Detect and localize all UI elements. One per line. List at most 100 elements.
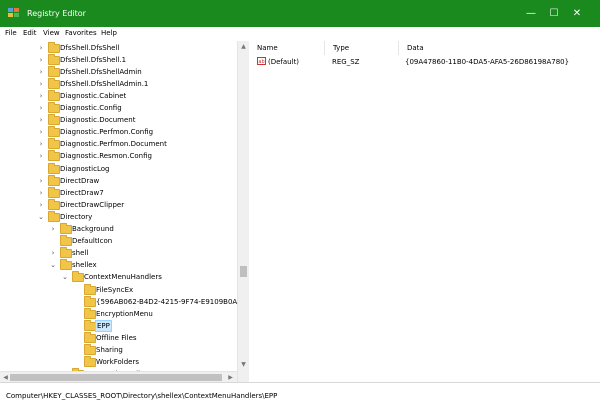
folder-icon [60, 223, 72, 234]
chevron-down-icon[interactable]: ⌄ [49, 259, 57, 271]
chevron-right-icon[interactable]: › [37, 78, 45, 90]
folder-icon [84, 356, 96, 368]
tree-item[interactable]: › Diagnostic.Config [0, 102, 237, 114]
tree-item[interactable]: FileSyncEx [0, 283, 237, 296]
tree-item-label: Diagnostic.Perfmon.Config [60, 128, 154, 137]
tree-item[interactable]: › shell [0, 247, 237, 259]
tree-item-label: DirectDraw [60, 176, 100, 185]
tree-item-label: DfsShell.DfsShellAdmin.1 [60, 79, 149, 88]
folder-icon [84, 319, 96, 331]
tree-item[interactable]: › Diagnostic.Perfmon.Document [0, 138, 237, 150]
tree-item[interactable]: › DirectDraw [0, 174, 237, 187]
string-value-icon: ab [257, 57, 266, 65]
close-icon: ✕ [572, 8, 582, 19]
chevron-right-icon[interactable]: › [37, 150, 45, 162]
tree-item-label: Background [72, 225, 114, 233]
tree-item-label: Diagnostic.Document [60, 116, 136, 125]
tree-item[interactable]: Sharing [0, 344, 237, 356]
menu-bar: File Edit View Favorites Help [0, 27, 600, 41]
key-tree[interactable]: › DfsShell.DfsShell › DfsShell.DfsShell.1 › D… [0, 41, 249, 382]
folder-icon [48, 150, 60, 162]
tree-item[interactable]: › DirectDrawClipper [0, 198, 237, 211]
chevron-right-icon[interactable]: › [37, 199, 45, 211]
column-header-data[interactable]: Data [399, 41, 600, 55]
chevron-right-icon[interactable]: › [37, 102, 45, 114]
tree-item[interactable]: DefaultIcon [0, 235, 237, 247]
tree-item-label: shellex [72, 261, 97, 270]
scroll-right-icon[interactable]: ▶ [226, 373, 235, 382]
tree-item-label: shell [72, 249, 89, 258]
tree-item[interactable]: › Diagnostic.Resmon.Config [0, 150, 237, 162]
tree-item[interactable]: › DfsShell.DfsShell.1 [0, 53, 237, 66]
values-pane[interactable]: Name Type Data [249, 41, 600, 382]
tree-item-label: Diagnostic.Config [60, 104, 122, 112]
tree-item[interactable]: {596AB062-B4D2-4215-9F74-E9109B0A8153} [0, 295, 248, 308]
value-name: (Default) [268, 58, 300, 66]
tree-item-label: DfsShell.DfsShell.1 [60, 55, 127, 64]
chevron-right-icon[interactable]: › [37, 114, 45, 126]
scroll-down-icon[interactable]: ▼ [239, 360, 248, 370]
chevron-right-icon[interactable]: › [37, 126, 45, 138]
tree-item[interactable]: › Diagnostic.Document [0, 114, 237, 126]
tree-item[interactable]: › DfsShell.DfsShellAdmin.1 [0, 77, 237, 90]
tree-item-label: DirectDrawClipper [60, 200, 125, 209]
scroll-thumb[interactable] [10, 374, 222, 381]
tree-item[interactable]: ⌄ ContextMenuHandlers [0, 271, 237, 283]
tree-item-label: {596AB062-B4D2-4215-9F74-E9109B0A8153} [96, 297, 249, 306]
chevron-right-icon[interactable]: › [37, 42, 45, 54]
tree-item[interactable]: › DfsShell.DfsShellAdmin [0, 65, 237, 78]
tree-item[interactable]: ⌄ Directory [0, 210, 237, 223]
tree-item-label: EncryptionMenu [96, 309, 153, 318]
title-bar[interactable]: Registry Editor — ☐ ✕ [0, 0, 600, 27]
close-button[interactable]: ✕ [554, 0, 600, 27]
column-header-name[interactable]: Name [249, 41, 325, 55]
chevron-right-icon[interactable]: › [37, 175, 45, 187]
chevron-right-icon[interactable]: › [49, 223, 57, 235]
menu-favorites[interactable]: Favorites [65, 29, 97, 37]
chevron-down-icon[interactable]: ⌄ [37, 211, 45, 223]
tree-item-label: Sharing [96, 346, 123, 354]
tree-item-label: DiagnosticLog [60, 164, 110, 173]
tree-item[interactable]: › Diagnostic.Perfmon.Config [0, 126, 237, 138]
tree-item[interactable]: DiagnosticLog [0, 162, 237, 175]
folder-icon [84, 295, 96, 307]
folder-icon [48, 198, 60, 210]
chevron-right-icon[interactable]: › [37, 90, 45, 102]
tree-item[interactable]: EPP [0, 319, 237, 332]
tree-item-label: Diagnostic.Resmon.Config [60, 152, 152, 161]
tree-item-label: DfsShell.DfsShell [60, 43, 120, 52]
tree-item[interactable]: ⌄ shellex [0, 259, 237, 271]
chevron-right-icon[interactable]: › [37, 138, 45, 150]
tree-item[interactable]: EncryptionMenu [0, 307, 237, 320]
tree-item-label: EPP [95, 319, 112, 332]
folder-icon [60, 235, 72, 247]
folder-icon [72, 271, 84, 283]
scroll-up-icon[interactable]: ▲ [239, 42, 248, 52]
value-type: REG_SZ [332, 58, 360, 66]
chevron-right-icon[interactable]: › [37, 66, 45, 78]
tree-item[interactable]: › Background [0, 223, 237, 235]
scroll-thumb[interactable] [240, 266, 247, 277]
column-header-type[interactable]: Type [325, 41, 399, 55]
tree-item[interactable]: WorkFolders [0, 356, 237, 368]
menu-file[interactable]: File [5, 29, 17, 37]
menu-view[interactable]: View [43, 29, 60, 37]
tree-item[interactable]: › Diagnostic.Cabinet [0, 89, 237, 102]
tree-item[interactable]: Offline Files [0, 331, 237, 344]
chevron-right-icon[interactable]: › [37, 187, 45, 199]
chevron-right-icon[interactable]: › [37, 54, 45, 66]
menu-edit[interactable]: Edit [23, 29, 37, 37]
folder-icon [48, 210, 60, 222]
tree-item-label: FileSyncEx [96, 285, 134, 294]
tree-item-label: Offline Files [96, 333, 137, 342]
menu-help[interactable]: Help [101, 29, 117, 37]
tree-item[interactable]: › DirectDraw7 [0, 186, 237, 199]
tree-item-label: ContextMenuHandlers [84, 273, 162, 282]
folder-icon [84, 344, 96, 355]
folder-icon [48, 138, 60, 150]
scroll-left-icon[interactable]: ◀ [1, 373, 10, 382]
chevron-right-icon[interactable]: › [49, 247, 57, 259]
chevron-down-icon[interactable]: ⌄ [61, 271, 69, 283]
tree-vertical-scrollbar[interactable]: ▲ ▼ [237, 41, 249, 382]
tree-item[interactable]: › DfsShell.DfsShell [0, 41, 237, 54]
